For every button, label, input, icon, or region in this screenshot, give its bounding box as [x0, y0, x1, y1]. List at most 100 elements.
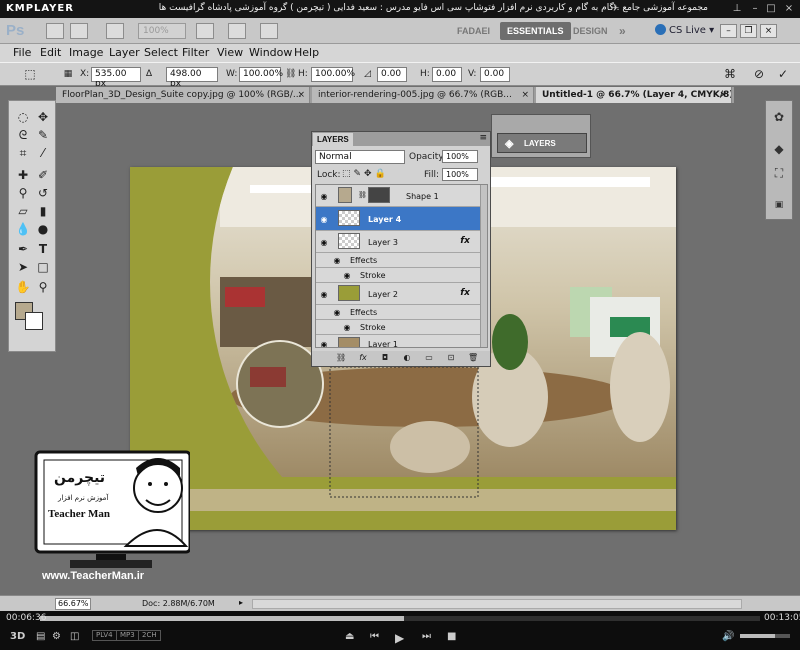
history-brush-tool-icon[interactable]: ↺ — [35, 185, 51, 201]
volume-icon[interactable]: 🔊 — [722, 631, 734, 642]
launch-bridge-icon[interactable] — [46, 23, 64, 39]
lasso-tool-icon[interactable]: ᘓ — [15, 127, 31, 143]
adjustment-layer-icon[interactable]: ◐ — [402, 353, 412, 363]
menu-image[interactable]: Image — [69, 46, 103, 59]
skin-icon[interactable]: ◫ — [70, 631, 79, 642]
layer-effects-fx-icon[interactable]: fx — [460, 288, 470, 298]
seek-bar[interactable] — [40, 616, 760, 621]
tool-preset-icon[interactable]: ⬚ — [22, 66, 38, 82]
pin-window-icon[interactable]: ⊥ — [730, 2, 744, 16]
crop-tool-icon[interactable]: ⌗ — [15, 145, 31, 161]
layer-row-layer-2[interactable]: ◉ Layer 2 fx — [316, 283, 480, 305]
layer-row-layer-4[interactable]: ◉ Layer 4 — [316, 207, 480, 231]
workspace-fadaei-button[interactable]: FADAEI — [450, 22, 497, 40]
screen-mode-icon[interactable] — [260, 23, 278, 39]
status-menu-icon[interactable]: ▸ — [239, 598, 243, 607]
stop-icon[interactable]: ■ — [447, 631, 456, 642]
blur-tool-icon[interactable]: 💧 — [15, 221, 31, 237]
quick-selection-tool-icon[interactable]: ✎ — [35, 127, 51, 143]
close-tab-icon[interactable]: × — [719, 87, 727, 103]
stroke-effect-row[interactable]: ◉ Stroke — [316, 320, 480, 335]
link-icon[interactable]: ⛓ — [285, 69, 296, 79]
workspace-essentials-button[interactable]: ESSENTIALS — [500, 22, 571, 40]
zoom-level-combo[interactable]: 100% — [138, 23, 186, 39]
move-tool-icon[interactable]: ✥ — [35, 109, 51, 125]
volume-slider[interactable] — [740, 634, 790, 638]
vertical-skew-field[interactable]: 0.00 — [480, 67, 510, 82]
dodge-tool-icon[interactable]: ● — [35, 221, 51, 237]
close-tab-icon[interactable]: × — [297, 87, 305, 103]
link-layers-icon[interactable]: ⛓ — [336, 353, 346, 363]
rotation-field[interactable]: 0.00 — [377, 67, 407, 82]
hand-tool-icon[interactable] — [196, 23, 214, 39]
visibility-eye-icon[interactable]: ◉ — [342, 323, 352, 332]
cancel-transform-icon[interactable]: ⊘ — [751, 66, 767, 82]
more-workspaces-button[interactable]: » — [612, 22, 633, 40]
maximize-player-icon[interactable]: □ — [764, 2, 778, 16]
opacity-field[interactable]: 100% — [442, 150, 478, 163]
close-window-button[interactable]: × — [760, 24, 777, 38]
healing-brush-tool-icon[interactable]: ✚ — [15, 167, 31, 183]
visibility-eye-icon[interactable]: ◉ — [319, 340, 329, 347]
visibility-eye-icon[interactable]: ◉ — [319, 238, 329, 247]
visibility-eye-icon[interactable]: ◉ — [332, 256, 342, 265]
menu-window[interactable]: Window — [249, 46, 292, 59]
relative-position-icon[interactable]: ∆ — [146, 69, 152, 79]
tab-untitled-1[interactable]: Untitled-1 @ 66.7% (Layer 4, CMYK/8) * × — [536, 87, 732, 103]
tab-interior-rendering[interactable]: interior-rendering-005.jpg @ 66.7% (RGB.… — [312, 87, 534, 103]
pen-tool-icon[interactable]: ✒ — [15, 241, 31, 257]
warp-mode-icon[interactable]: ⌘ — [722, 66, 738, 82]
eyedropper-tool-icon[interactable]: ⁄ — [35, 145, 51, 161]
brush-tool-icon[interactable]: ✐ — [35, 167, 51, 183]
mask-panel-icon[interactable]: ⛶ — [771, 165, 787, 181]
zoom-tool-icon[interactable]: ⚲ — [35, 279, 51, 295]
arrange-documents-icon[interactable] — [228, 23, 246, 39]
layer-row-layer-1[interactable]: ◉ Layer 1 — [316, 335, 480, 347]
fill-field[interactable]: 100% — [442, 168, 478, 181]
restore-window-button[interactable]: ❐ — [740, 24, 757, 38]
playlist-icon[interactable]: ▤ — [36, 631, 45, 642]
menu-view[interactable]: View — [217, 46, 243, 59]
effects-row[interactable]: ◉ Effects — [316, 305, 480, 320]
minimize-player-icon[interactable]: – — [748, 2, 762, 16]
reference-point-icon[interactable]: ▦ — [60, 66, 76, 82]
height-scale-field[interactable]: 100.00% — [311, 67, 355, 82]
minimize-window-button[interactable]: – — [720, 24, 737, 38]
menu-filter[interactable]: Filter — [182, 46, 209, 59]
previous-icon[interactable]: ⏮ — [370, 631, 379, 642]
width-scale-field[interactable]: 100.00% — [239, 67, 283, 82]
visibility-eye-icon[interactable]: ◉ — [342, 271, 352, 280]
rectangle-tool-icon[interactable]: □ — [35, 259, 51, 275]
eject-icon[interactable]: ⏏ — [345, 631, 354, 642]
new-layer-icon[interactable]: ⊡ — [446, 353, 456, 363]
collapsed-layers-button[interactable]: ◈ LAYERS — [497, 133, 587, 153]
blend-mode-select[interactable]: Normal — [315, 150, 405, 164]
layer-row-layer-3[interactable]: ◉ Layer 3 fx — [316, 231, 480, 253]
next-icon[interactable]: ⏭ — [422, 631, 431, 642]
layer-effects-fx-icon[interactable]: fx — [460, 236, 470, 246]
lock-icons[interactable]: ⬚✎✥🔒 — [342, 169, 389, 179]
new-group-icon[interactable]: ▭ — [424, 353, 434, 363]
3d-panel-icon[interactable]: ◆ — [771, 141, 787, 157]
menu-file[interactable]: File — [13, 46, 31, 59]
type-tool-icon[interactable]: T — [35, 241, 51, 257]
panel-menu-icon[interactable]: ≡ — [479, 133, 487, 143]
menu-edit[interactable]: Edit — [40, 46, 61, 59]
zoom-level-field[interactable]: 66.67% — [55, 598, 91, 610]
y-position-field[interactable]: 498.00 px — [166, 67, 218, 89]
settings-gear-icon[interactable]: ⚙ — [52, 631, 61, 642]
menu-select[interactable]: Select — [144, 46, 178, 59]
stroke-effect-row[interactable]: ◉ Stroke — [316, 268, 480, 283]
menu-help[interactable]: Help — [294, 46, 319, 59]
gradient-tool-icon[interactable]: ▮ — [35, 203, 51, 219]
visibility-eye-icon[interactable]: ◉ — [319, 290, 329, 299]
add-mask-icon[interactable]: ◘ — [380, 353, 390, 363]
layers-tab[interactable]: LAYERS — [313, 133, 353, 146]
commit-transform-icon[interactable]: ✓ — [775, 66, 791, 82]
layer-list-scrollbar[interactable] — [480, 185, 487, 347]
clone-stamp-tool-icon[interactable]: ⚲ — [15, 185, 31, 201]
launch-mini-bridge-icon[interactable] — [70, 23, 88, 39]
x-position-field[interactable]: 535.00 px — [91, 67, 141, 89]
workspace-design-button[interactable]: DESIGN — [566, 22, 615, 40]
horizontal-skew-field[interactable]: 0.00 — [432, 67, 462, 82]
